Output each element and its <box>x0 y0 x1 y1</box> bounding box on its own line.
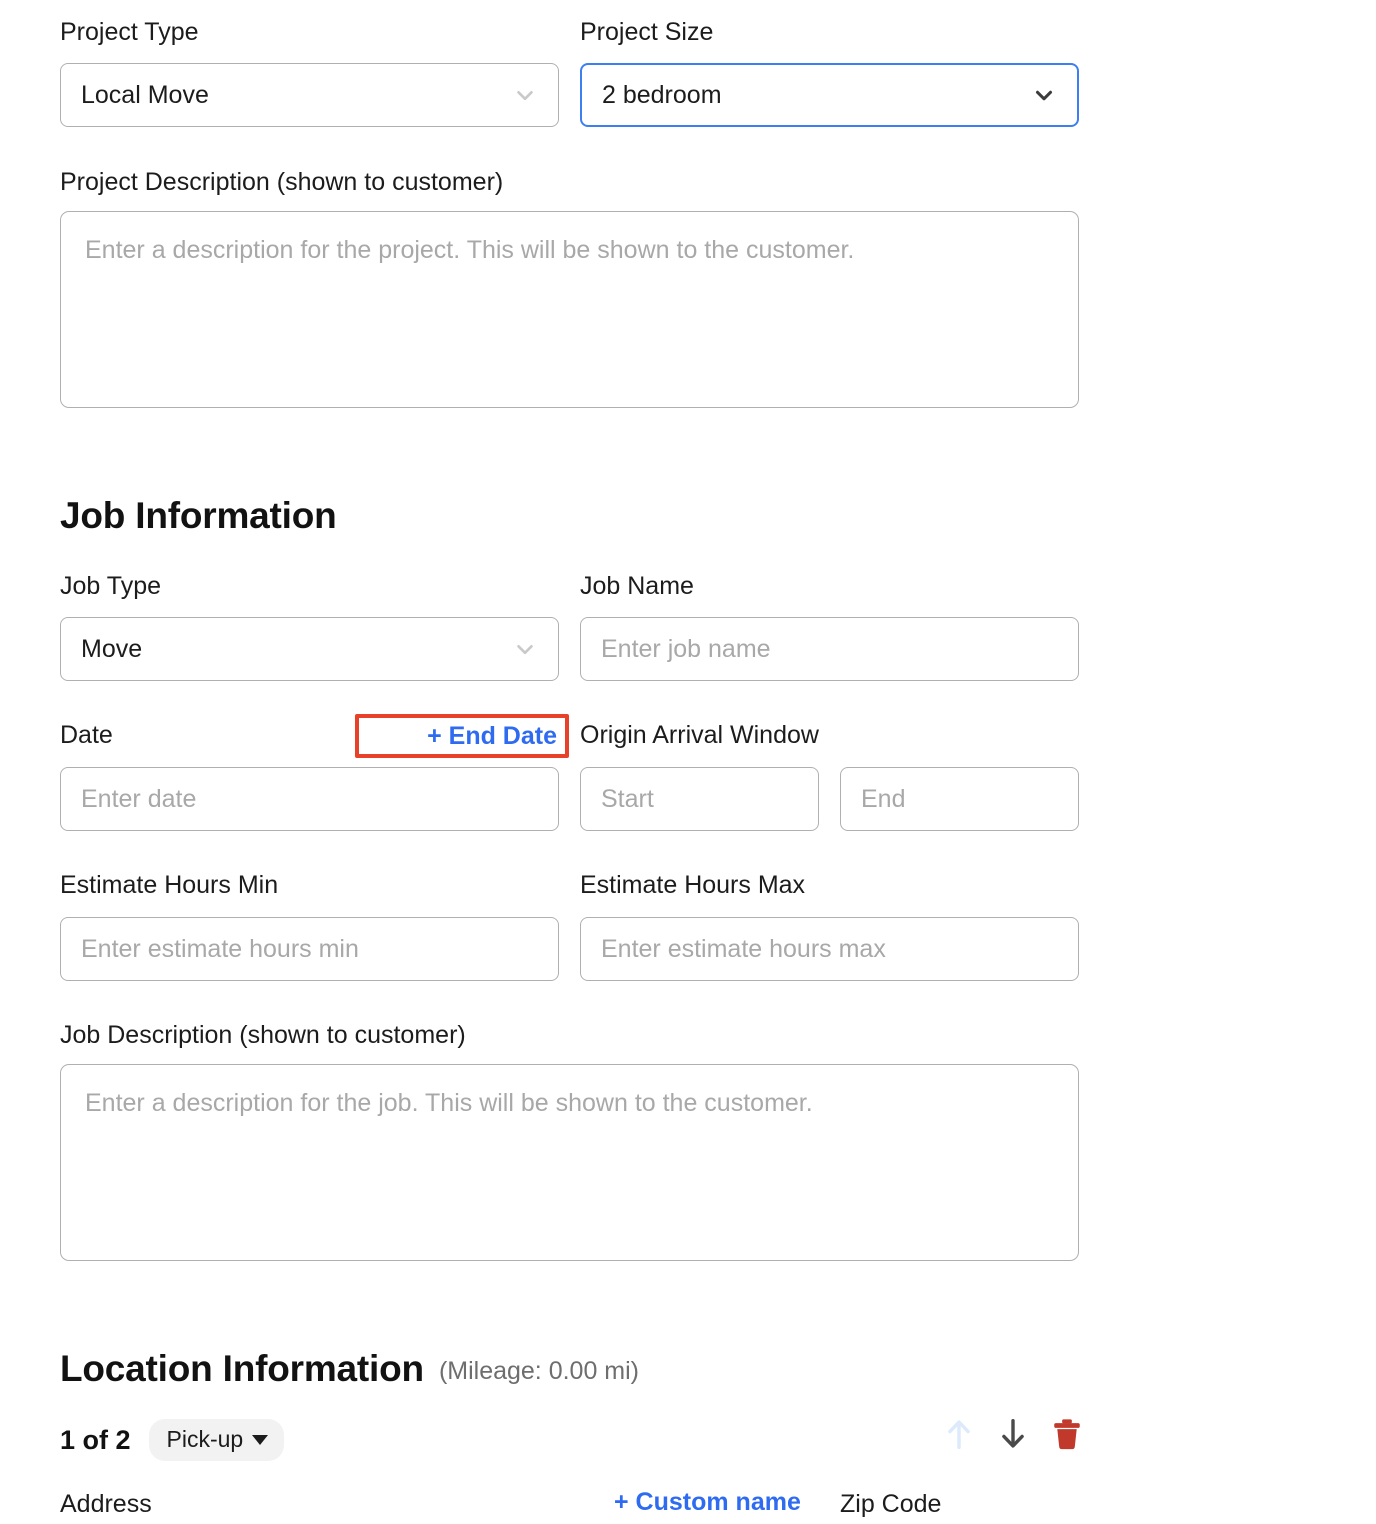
stop-counter: 1 of 2 <box>60 1424 131 1455</box>
job-name-label: Job Name <box>580 572 694 600</box>
project-size-select[interactable]: 2 bedroom <box>580 63 1079 127</box>
add-custom-name-link[interactable]: + Custom name <box>614 1488 801 1517</box>
job-name-input[interactable]: Enter job name <box>580 617 1079 681</box>
job-description-placeholder: Enter a description for the job. This wi… <box>85 1089 813 1117</box>
arrow-down-icon <box>1002 1418 1024 1448</box>
date-placeholder: Enter date <box>81 784 197 813</box>
project-description-placeholder: Enter a description for the project. Thi… <box>85 236 855 264</box>
estimate-hours-max-placeholder: Enter estimate hours max <box>601 934 886 963</box>
estimate-hours-min-label: Estimate Hours Min <box>60 871 279 899</box>
location-information-header: Location Information (Mileage: 0.00 mi) <box>60 1347 639 1391</box>
estimate-hours-max-label: Estimate Hours Max <box>580 871 806 899</box>
delete-location-button[interactable] <box>1048 1414 1086 1454</box>
stop-type-value: Pick-up <box>166 1426 244 1452</box>
add-end-date-link[interactable]: + End Date <box>427 722 557 751</box>
arrival-end-input[interactable]: End <box>840 767 1079 831</box>
estimate-hours-min-input[interactable]: Enter estimate hours min <box>60 917 559 981</box>
location-actions <box>940 1414 1086 1454</box>
estimate-hours-max-input[interactable]: Enter estimate hours max <box>580 917 1079 981</box>
job-type-select[interactable]: Move <box>60 617 559 681</box>
arrival-start-placeholder: Start <box>601 784 654 813</box>
chevron-down-icon <box>1035 90 1053 101</box>
move-up-button[interactable] <box>940 1414 978 1454</box>
origin-arrival-window-label: Origin Arrival Window <box>580 721 819 749</box>
job-type-value: Move <box>81 634 143 663</box>
arrival-start-input[interactable]: Start <box>580 767 819 831</box>
project-size-value: 2 bedroom <box>602 80 722 109</box>
job-type-label: Job Type <box>60 572 162 600</box>
location-stop-row: 1 of 2 Pick-up <box>60 1419 285 1461</box>
project-type-label: Project Type <box>60 18 199 46</box>
stop-type-dropdown[interactable]: Pick-up <box>148 1419 285 1461</box>
date-input[interactable]: Enter date <box>60 767 559 831</box>
arrival-end-placeholder: End <box>861 784 906 813</box>
caret-down-icon <box>252 1434 269 1445</box>
chevron-down-icon <box>517 90 533 101</box>
arrow-up-icon <box>948 1420 970 1450</box>
project-size-label: Project Size <box>580 18 714 46</box>
trash-icon <box>1054 1419 1080 1450</box>
job-description-textarea[interactable]: Enter a description for the job. This wi… <box>60 1064 1079 1261</box>
project-description-label: Project Description (shown to customer) <box>60 168 504 196</box>
estimate-hours-min-placeholder: Enter estimate hours min <box>81 934 359 963</box>
mileage-text: (Mileage: 0.00 mi) <box>438 1357 640 1385</box>
project-type-select[interactable]: Local Move <box>60 63 559 127</box>
move-down-button[interactable] <box>994 1414 1032 1454</box>
date-label: Date <box>60 721 113 749</box>
job-description-label: Job Description (shown to customer) <box>60 1021 466 1049</box>
job-name-placeholder: Enter job name <box>601 634 771 663</box>
project-description-textarea[interactable]: Enter a description for the project. Thi… <box>60 211 1079 408</box>
job-information-heading: Job Information <box>60 495 337 536</box>
project-job-form: Project Type Local Move Project Size 2 b… <box>0 0 1376 1524</box>
end-date-highlight: + End Date <box>355 714 569 758</box>
project-type-value: Local Move <box>81 80 209 109</box>
location-information-heading: Location Information <box>60 1348 424 1389</box>
address-label: Address <box>60 1490 152 1518</box>
chevron-down-icon <box>517 644 533 655</box>
zip-code-label: Zip Code <box>840 1490 942 1518</box>
